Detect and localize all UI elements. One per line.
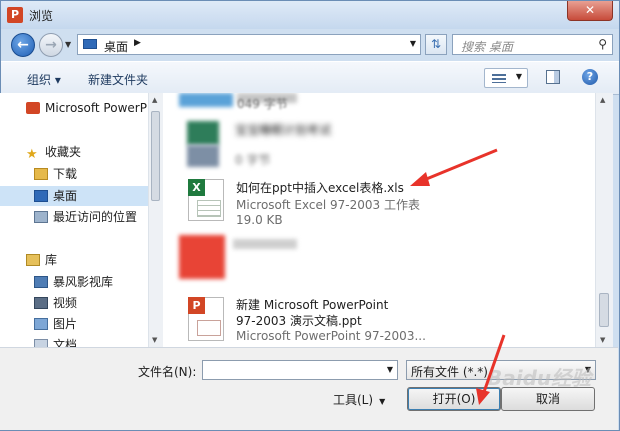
watermark: Baidu经验 [487, 366, 592, 390]
preview-pane-button[interactable] [546, 70, 560, 84]
navigation-bar: ← → ▼ 桌面 ▶ ▼ ⇅ 搜索 桌面 ⚲ [1, 29, 619, 61]
desktop-icon [83, 39, 97, 49]
sidebar-item-label: 收藏夹 [45, 145, 82, 159]
file-type-value: 所有文件 (*.*) [411, 365, 488, 379]
search-placeholder: 搜索 桌面 [461, 40, 513, 54]
file-size: 19.0 KB [236, 213, 283, 227]
sidebar-item-baofeng[interactable]: 暴风影视库 [34, 272, 113, 292]
history-dropdown-icon[interactable]: ▼ [65, 40, 71, 49]
organize-menu[interactable]: 组织 ▾ [27, 71, 61, 88]
powerpoint-app-icon: P [7, 7, 23, 23]
excel-file-icon[interactable]: X [188, 179, 224, 221]
sidebar-item-downloads[interactable]: 下载 [34, 164, 77, 184]
powerpoint-file-icon[interactable]: P [188, 297, 224, 341]
sidebar-item-label: 最近访问的位置 [53, 210, 138, 224]
video-icon [34, 297, 48, 309]
forward-button[interactable]: → [39, 33, 63, 57]
title-bar: P 浏览 ✕ [1, 1, 619, 29]
tools-menu[interactable]: 工具(L) ▼ [333, 391, 385, 408]
file-list: 049 字节 宝宝睡眠计划考试 0 字节 X 如何在ppt中插入excel表格.… [163, 93, 595, 347]
scrollbar-thumb[interactable] [599, 293, 609, 327]
chevron-down-icon: ▼ [379, 397, 386, 406]
blurred-thumbnail [187, 145, 219, 167]
sidebar-item-powerpoint[interactable]: Microsoft PowerP [26, 98, 147, 118]
window-title: 浏览 [29, 9, 54, 23]
scrollbar-thumb[interactable] [151, 111, 160, 201]
library-icon [26, 254, 40, 266]
close-button[interactable]: ✕ [567, 1, 613, 21]
sidebar-item-libraries[interactable]: 库 [26, 250, 57, 270]
new-folder-button[interactable]: 新建文件夹 [88, 71, 148, 88]
tools-label: 工具(L) [333, 393, 374, 407]
help-button[interactable]: ? [582, 69, 598, 85]
sidebar-item-videos[interactable]: 视频 [34, 293, 77, 313]
scroll-up-icon[interactable]: ▲ [600, 96, 605, 104]
refresh-button[interactable]: ⇅ [425, 34, 447, 55]
file-name-line1[interactable]: 新建 Microsoft PowerPoint [236, 296, 388, 313]
blurred-thumbnail [187, 121, 219, 145]
address-bar[interactable]: 桌面 ▶ ▼ [77, 34, 421, 55]
video-library-icon [34, 276, 48, 288]
blurred-filename [233, 239, 297, 249]
sidebar-item-label: 图片 [53, 317, 78, 331]
scroll-down-icon[interactable]: ▼ [152, 336, 157, 344]
sidebar-item-favorites[interactable]: ★ 收藏夹 [26, 142, 81, 162]
file-size: 049 字节 [237, 97, 288, 111]
scroll-up-icon[interactable]: ▲ [152, 96, 157, 104]
sidebar-item-label: Microsoft PowerP [45, 101, 147, 115]
file-type: Microsoft PowerPoint 97-2003... [236, 329, 426, 343]
search-input[interactable]: 搜索 桌面 ⚲ [452, 34, 613, 55]
desktop-icon [34, 190, 48, 202]
blurred-thumbnail [179, 93, 233, 107]
search-icon[interactable]: ⚲ [598, 37, 607, 51]
chevron-down-icon[interactable]: ▼ [516, 72, 522, 81]
sidebar-item-recent-places[interactable]: 最近访问的位置 [34, 207, 137, 227]
view-list-icon [492, 74, 506, 83]
file-name[interactable]: 宝宝睡眠计划考试 [235, 121, 331, 138]
back-button[interactable]: ← [11, 33, 35, 57]
sidebar-item-pictures[interactable]: 图片 [34, 314, 77, 334]
blurred-thumbnail [179, 235, 225, 279]
command-toolbar: 组织 ▾ 新建文件夹 ▼ ? [1, 61, 619, 95]
navigation-pane: Microsoft PowerP ★ 收藏夹 下载 桌面 最近访问的位置 库 暴风… [0, 93, 148, 347]
navigation-scrollbar[interactable]: ▲ ▼ [148, 93, 163, 347]
powerpoint-icon [26, 102, 40, 114]
file-name[interactable]: 如何在ppt中插入excel表格.xls [236, 179, 404, 196]
sidebar-item-label: 视频 [53, 296, 78, 310]
sidebar-item-desktop[interactable]: 桌面 [34, 186, 77, 206]
download-folder-icon [34, 168, 48, 180]
address-location[interactable]: 桌面 [104, 38, 128, 55]
sidebar-item-documents[interactable]: 文档 [34, 335, 77, 347]
pictures-icon [34, 318, 48, 330]
sidebar-item-label: 暴风影视库 [53, 275, 114, 289]
file-size: 0 字节 [235, 153, 271, 167]
file-name-line2[interactable]: 97-2003 演示文稿.ppt [236, 312, 362, 329]
scroll-down-icon[interactable]: ▼ [600, 336, 605, 344]
change-view-button[interactable]: ▼ [484, 68, 528, 88]
chevron-down-icon[interactable]: ▼ [387, 365, 393, 374]
sidebar-item-label: 库 [45, 253, 58, 267]
sidebar-item-label: 桌面 [53, 189, 78, 203]
filename-label: 文件名(N): [138, 365, 197, 379]
chevron-down-icon[interactable]: ▼ [410, 39, 416, 48]
file-list-scrollbar[interactable]: ▲ ▼ [595, 93, 613, 347]
star-icon: ★ [26, 147, 38, 162]
recent-places-icon [34, 211, 48, 223]
chevron-right-icon[interactable]: ▶ [134, 38, 141, 48]
sidebar-item-label: 下载 [53, 167, 78, 181]
file-type: Microsoft Excel 97-2003 工作表 [236, 198, 420, 212]
sidebar-item-label: 文档 [53, 338, 78, 347]
documents-icon [34, 339, 48, 347]
filename-input[interactable]: ▼ [202, 360, 398, 380]
